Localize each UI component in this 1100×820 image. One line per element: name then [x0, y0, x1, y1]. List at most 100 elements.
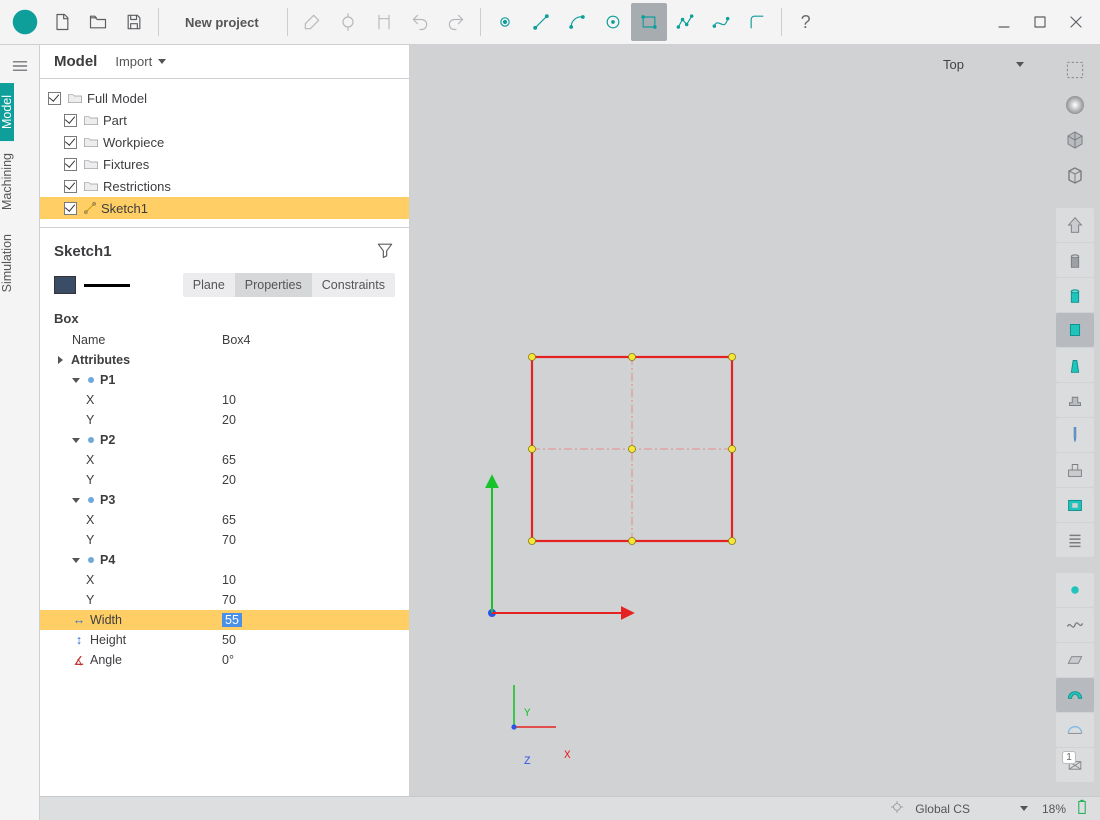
tab-properties[interactable]: Properties — [235, 273, 312, 297]
tool-probe-button[interactable] — [330, 3, 366, 41]
view-box-button[interactable] — [1056, 158, 1094, 192]
property-row[interactable]: P3 — [40, 490, 409, 510]
surf-sheet-button[interactable] — [1056, 678, 1094, 712]
tree-item[interactable]: Part — [40, 109, 409, 131]
status-bar: Global CS 18% — [40, 796, 1100, 820]
property-row[interactable]: Y20 — [40, 470, 409, 490]
view-solid-button[interactable] — [1056, 123, 1094, 157]
property-row[interactable]: X65 — [40, 450, 409, 470]
redo-button[interactable] — [438, 3, 474, 41]
property-row[interactable]: ↕Height50 — [40, 630, 409, 650]
surf-wave-button[interactable] — [1056, 608, 1094, 642]
sketch-fillet-button[interactable] — [739, 3, 775, 41]
tab-model[interactable]: Model — [0, 83, 14, 141]
tab-plane[interactable]: Plane — [183, 273, 235, 297]
view-wireframe-button[interactable] — [1056, 53, 1094, 87]
op-flange-button[interactable] — [1056, 383, 1094, 417]
chevron-down-icon — [1016, 62, 1024, 67]
property-tabs: Plane Properties Constraints — [183, 273, 395, 297]
tree-item[interactable]: Fixtures — [40, 153, 409, 175]
checkbox-icon[interactable] — [64, 114, 77, 127]
import-dropdown[interactable]: Import — [115, 54, 170, 69]
workspace-tabs: Model Machining Simulation — [0, 45, 40, 820]
property-row[interactable]: ↔Width55 — [40, 610, 409, 630]
app-logo — [10, 7, 40, 37]
checkbox-icon[interactable] — [64, 136, 77, 149]
op-drill-button[interactable] — [1056, 418, 1094, 452]
property-row[interactable]: X10 — [40, 570, 409, 590]
op-mill-button[interactable] — [1056, 453, 1094, 487]
tree-item[interactable]: Full Model — [40, 87, 409, 109]
project-title: New project — [165, 15, 281, 30]
sketch-circle-button[interactable] — [595, 3, 631, 41]
checkbox-icon[interactable] — [64, 202, 77, 215]
tool-measure-button[interactable] — [294, 3, 330, 41]
op-extrude-button[interactable] — [1056, 208, 1094, 242]
sketch-rectangle-button[interactable] — [631, 3, 667, 41]
coordinate-system-selector[interactable]: Global CS — [915, 802, 1032, 816]
sketch-arc-button[interactable] — [559, 3, 595, 41]
menu-icon[interactable] — [0, 49, 39, 83]
property-row[interactable]: Y70 — [40, 530, 409, 550]
sketch-polyline-button[interactable] — [667, 3, 703, 41]
tree-item[interactable]: Workpiece — [40, 131, 409, 153]
save-file-button[interactable] — [116, 3, 152, 41]
property-row[interactable]: ∡Angle0° — [40, 650, 409, 670]
battery-icon — [1076, 799, 1088, 818]
view-shaded-button[interactable] — [1056, 88, 1094, 122]
op-pocket-button[interactable] — [1056, 488, 1094, 522]
chevron-down-icon — [1020, 806, 1028, 811]
tab-machining[interactable]: Machining — [0, 141, 14, 222]
selection-title: Sketch1 — [54, 243, 112, 260]
property-row[interactable]: NameBox4 — [40, 330, 409, 350]
op-revolve-button[interactable] — [1056, 243, 1094, 277]
sidebar: Model Import Full ModelPartWorkpieceFixt… — [40, 45, 410, 796]
property-row[interactable]: Y70 — [40, 590, 409, 610]
checkbox-icon[interactable] — [64, 158, 77, 171]
help-button[interactable]: ? — [788, 3, 824, 41]
tab-constraints[interactable]: Constraints — [312, 273, 395, 297]
property-row[interactable]: P2 — [40, 430, 409, 450]
open-file-button[interactable] — [80, 3, 116, 41]
property-row[interactable]: P1 — [40, 370, 409, 390]
filter-icon[interactable] — [375, 240, 395, 263]
section-title: Box — [40, 303, 409, 330]
zoom-level[interactable]: 18% — [1042, 802, 1066, 816]
checkbox-icon[interactable] — [48, 92, 61, 105]
tab-simulation[interactable]: Simulation — [0, 222, 14, 304]
property-row[interactable]: Y20 — [40, 410, 409, 430]
window-maximize-button[interactable] — [1022, 3, 1058, 41]
property-row[interactable]: X10 — [40, 390, 409, 410]
sketch-point-button[interactable] — [487, 3, 523, 41]
tree-item[interactable]: Restrictions — [40, 175, 409, 197]
window-minimize-button[interactable] — [986, 3, 1022, 41]
notification-badge: 1 — [1062, 751, 1076, 764]
sidebar-heading: Model — [54, 53, 97, 70]
property-row[interactable]: P4 — [40, 550, 409, 570]
tree-item[interactable]: Sketch1 — [40, 197, 409, 219]
new-file-button[interactable] — [44, 3, 80, 41]
checkbox-icon[interactable] — [64, 180, 77, 193]
sketch-spline-button[interactable] — [703, 3, 739, 41]
main-toolbar: New project ? — [0, 0, 1100, 45]
property-row[interactable]: Attributes — [40, 350, 409, 370]
properties-panel: Sketch1 Plane Properties Constraints Box… — [40, 228, 409, 796]
surf-point-button[interactable] — [1056, 573, 1094, 607]
op-cone-button[interactable] — [1056, 348, 1094, 382]
op-boss-button[interactable] — [1056, 278, 1094, 312]
fill-color-swatch[interactable] — [54, 276, 76, 294]
property-row[interactable]: X65 — [40, 510, 409, 530]
op-prism-button[interactable] — [1056, 313, 1094, 347]
viewport[interactable]: Top — [410, 45, 1050, 796]
surf-plane-button[interactable] — [1056, 643, 1094, 677]
line-style-swatch[interactable] — [84, 284, 130, 287]
snap-icon[interactable] — [889, 799, 905, 818]
window-close-button[interactable] — [1058, 3, 1094, 41]
sketch-line-button[interactable] — [523, 3, 559, 41]
undo-button[interactable] — [402, 3, 438, 41]
op-thread-button[interactable] — [1056, 523, 1094, 557]
surf-loft-button[interactable] — [1056, 713, 1094, 747]
view-selector[interactable]: Top — [943, 57, 1028, 72]
tool-caliper-button[interactable] — [366, 3, 402, 41]
chevron-down-icon — [158, 59, 166, 64]
